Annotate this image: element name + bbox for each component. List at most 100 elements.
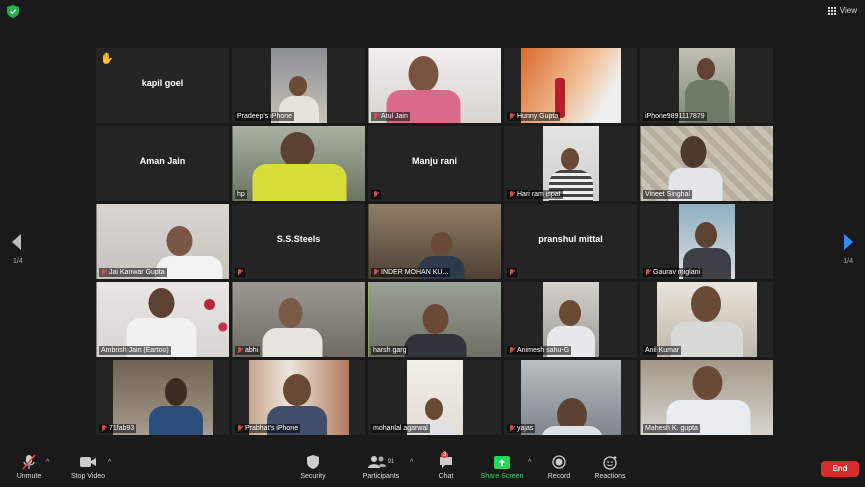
stop-video-button[interactable]: Stop Video (66, 454, 110, 480)
participant-label: Anil Kumar (643, 346, 682, 355)
participant-tile[interactable]: 71fab93 (96, 360, 229, 435)
participants-icon (367, 456, 386, 468)
muted-mic-icon (509, 269, 515, 276)
participant-label: Hari ram ispat (507, 190, 563, 199)
security-button[interactable]: Security (296, 454, 330, 480)
participant-label: Atul Jain (371, 112, 410, 121)
participant-name: kapil goel (141, 78, 184, 88)
next-page-arrow-icon[interactable] (844, 234, 853, 250)
participant-tile[interactable]: iPhone9891117879 (640, 48, 773, 123)
participant-tile[interactable]: Prabhat's iPhone (232, 360, 365, 435)
participant-label: iPhone9891117879 (643, 112, 707, 121)
participant-tile[interactable]: abhi (232, 282, 365, 357)
participant-label: Ambrish Jain (Eartoo) (99, 346, 171, 355)
stop-video-label: Stop Video (70, 473, 106, 480)
muted-mic-icon (237, 269, 243, 276)
security-shield-toolbar-icon (307, 455, 319, 469)
page-indicator-right: 1/4 (843, 258, 853, 265)
participant-tile[interactable]: Pradeep's iPhone (232, 48, 365, 123)
participant-tile[interactable]: Mahesh K. gupta (640, 360, 773, 435)
reactions-button[interactable]: Reactions (592, 454, 628, 480)
record-icon (552, 455, 566, 469)
participant-name: pranshul mittal (538, 234, 603, 244)
participant-tile[interactable]: Gaurav miglani (640, 204, 773, 279)
participant-tile[interactable]: hp (232, 126, 365, 201)
raised-hand-icon: ✋ (100, 53, 114, 65)
participant-label: Jai Kanwar Gupta (99, 268, 167, 277)
participant-label: 71fab93 (99, 424, 137, 433)
page-indicator-left: 1/4 (13, 258, 23, 265)
muted-mic-icon (101, 269, 107, 276)
share-screen-icon (494, 455, 510, 469)
participant-tile[interactable]: yajas (504, 360, 637, 435)
participants-button[interactable]: 91 Participants (358, 454, 404, 480)
reactions-smiley-icon (602, 455, 617, 470)
muted-mic-icon (509, 425, 515, 432)
video-options-caret-icon[interactable]: ^ (108, 459, 111, 466)
participants-options-caret-icon[interactable]: ^ (410, 459, 413, 466)
reactions-label: Reactions (594, 473, 626, 480)
participant-label: yajas (507, 424, 536, 433)
grid-view-icon (827, 6, 836, 15)
participant-tile[interactable]: INDER MOHAN KU... (368, 204, 501, 279)
muted-mic-icon (373, 113, 379, 120)
share-options-caret-icon[interactable]: ^ (528, 459, 531, 466)
audio-options-caret-icon[interactable]: ^ (46, 459, 49, 466)
participants-label: Participants (362, 473, 400, 480)
participant-label: Prabhat's iPhone (235, 424, 301, 433)
meeting-toolbar: Unmute ^ Stop Video ^ Security 91 Partic… (0, 450, 865, 487)
muted-mic-icon (237, 347, 243, 354)
muted-mic-icon (237, 425, 243, 432)
participant-tile[interactable]: pranshul mittal (504, 204, 637, 279)
participant-label: Animesh sahu-G (507, 346, 572, 355)
muted-mic-icon (373, 191, 379, 198)
participant-label: Hunny Gupta (507, 112, 561, 121)
participant-label: harsh garg (371, 346, 409, 355)
participant-label (507, 268, 517, 277)
muted-mic-icon (509, 191, 515, 198)
video-gallery: ✋ kapil goel Pradeep's iPhone Atul Jain … (96, 48, 773, 437)
view-button[interactable]: View (827, 6, 857, 15)
participant-label (371, 190, 381, 199)
participant-tile[interactable]: S.S.Steels (232, 204, 365, 279)
end-meeting-button[interactable]: End (821, 461, 859, 477)
participant-tile[interactable]: Jai Kanwar Gupta (96, 204, 229, 279)
top-bar: View (0, 0, 865, 24)
participant-tile[interactable]: Aman Jain (96, 126, 229, 201)
participants-count: 91 (387, 459, 395, 465)
view-label: View (839, 6, 857, 15)
chat-label: Chat (438, 473, 454, 480)
participant-name: Manju rani (411, 156, 457, 166)
participant-label: hp (235, 190, 247, 199)
muted-microphone-icon (22, 454, 36, 470)
participant-label: INDER MOHAN KU... (371, 268, 451, 277)
muted-mic-icon (509, 113, 515, 120)
chat-button[interactable]: 3 Chat (432, 452, 460, 480)
participant-label: Pradeep's iPhone (235, 112, 295, 121)
record-button[interactable]: Record (544, 454, 574, 480)
unmute-button[interactable]: Unmute (14, 454, 44, 480)
participant-tile[interactable]: Hari ram ispat (504, 126, 637, 201)
participant-tile[interactable]: Anil Kumar (640, 282, 773, 357)
participant-tile[interactable]: Vineet Singhal (640, 126, 773, 201)
participant-tile[interactable]: ✋ kapil goel (96, 48, 229, 123)
participant-label: Vineet Singhal (643, 190, 693, 199)
previous-page-arrow-icon[interactable] (12, 234, 21, 250)
video-feed (520, 360, 621, 435)
security-shield-icon[interactable] (7, 5, 19, 18)
participant-tile-active-speaker[interactable]: harsh garg (368, 282, 501, 357)
participant-tile[interactable]: Ambrish Jain (Eartoo) (96, 282, 229, 357)
video-feed (232, 126, 365, 201)
participant-label: abhi (235, 346, 261, 355)
participant-tile[interactable]: Animesh sahu-G (504, 282, 637, 357)
participant-name: S.S.Steels (276, 234, 321, 244)
participant-tile[interactable]: Hunny Gupta (504, 48, 637, 123)
share-screen-button[interactable]: Share Screen (478, 454, 526, 480)
video-camera-icon (80, 457, 96, 467)
participant-label: Gaurav miglani (643, 268, 703, 277)
participant-tile[interactable]: Manju rani (368, 126, 501, 201)
participant-tile[interactable]: Atul Jain (368, 48, 501, 123)
muted-mic-icon (509, 347, 515, 354)
participant-tile[interactable]: mohanlal agarwal (368, 360, 501, 435)
record-label: Record (547, 473, 571, 480)
